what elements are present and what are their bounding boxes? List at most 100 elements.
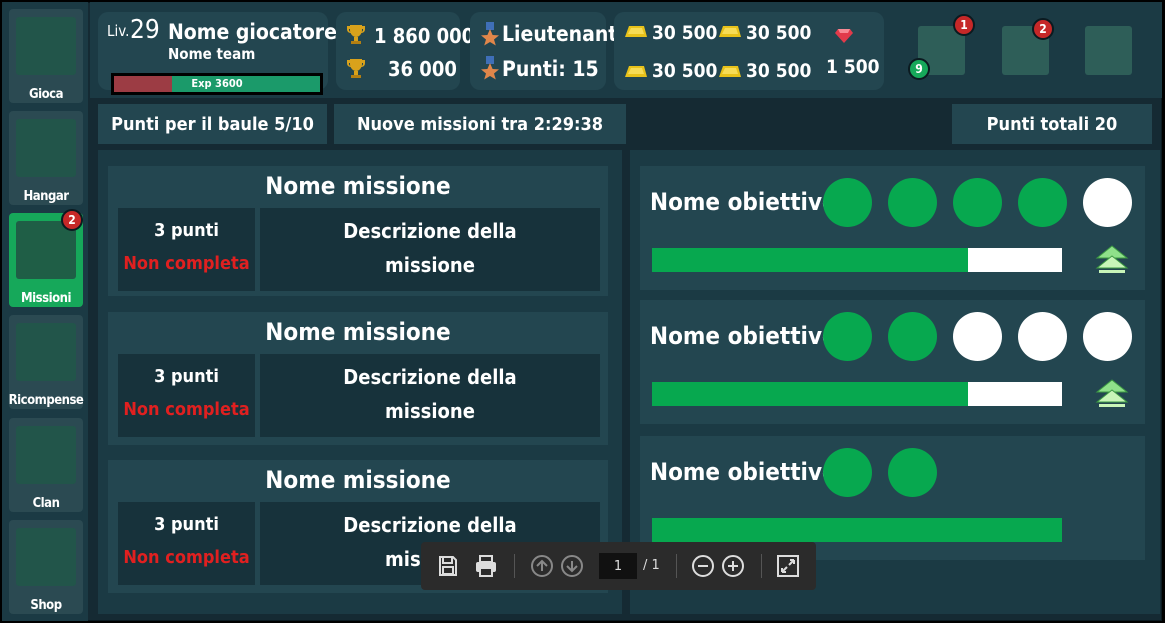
mission-points: 3 punti (154, 366, 219, 387)
print-icon[interactable] (474, 554, 498, 578)
trophy-primary-value: 1 860 000 (374, 24, 475, 48)
gold-value-4: 30 500 (746, 60, 812, 82)
exp-bar: Exp 3600 (111, 73, 323, 95)
trophy-icon (347, 25, 365, 44)
nav-gioca[interactable]: Gioca (9, 9, 83, 103)
nav-label: Missioni (21, 291, 71, 306)
trophies-panel: 1 860 000 36 000 (336, 12, 474, 90)
mission-status-box: 3 punti Non completa (118, 354, 255, 437)
mission-card[interactable]: Nome missione 3 punti Non completa Descr… (108, 312, 608, 445)
nav-label: Ricompense (8, 393, 84, 408)
gem-icon (835, 29, 853, 43)
nav-clan[interactable]: Clan (9, 418, 83, 512)
sidebar: Gioca Hangar Missioni Ricompense Clan Sh… (2, 2, 88, 621)
toolbar-separator (761, 554, 762, 578)
mission-points: 3 punti (154, 514, 219, 535)
exp-text: Exp 3600 (191, 77, 243, 90)
level-prefix: Liv. (107, 22, 130, 40)
gold-value-3: 30 500 (652, 60, 718, 82)
rank-medal-icon (481, 22, 499, 46)
nav-ricompense[interactable]: Ricompense (8, 315, 84, 409)
pdf-viewer-toolbar: 1 / 1 (421, 542, 816, 590)
trophy-small-icon (347, 59, 365, 78)
gold-value-1: 30 500 (652, 22, 718, 44)
arrow-down-icon[interactable] (560, 554, 584, 578)
objective-dot-incomplete (1083, 312, 1132, 361)
mission-status-box: 3 punti Non completa (118, 208, 255, 291)
save-icon[interactable] (436, 554, 460, 578)
gold-value-2: 30 500 (746, 22, 812, 44)
objective-dot-complete (823, 448, 872, 497)
mission-description-line2: missione (385, 253, 475, 277)
objective-progress-fill (652, 248, 968, 272)
mission-description: Descrizione della missione (260, 208, 600, 291)
currency-panel[interactable]: 30 500 30 500 30 500 30 500 1 500 (614, 12, 884, 90)
toolbar-separator (514, 554, 515, 578)
objective-progress-fill (652, 518, 1062, 542)
objective-dot-incomplete (1018, 312, 1067, 361)
rank-panel: Lieutenant Punti: 15 (470, 12, 617, 90)
arrow-up-icon[interactable] (530, 554, 554, 578)
objective-dot-incomplete (1083, 178, 1132, 227)
nav-shop[interactable]: Shop (9, 520, 83, 614)
gioca-thumbnail (16, 17, 76, 75)
objective-progress-bar (652, 382, 1062, 406)
green-notification-badge: 9 (908, 58, 930, 80)
points-medal-icon (481, 56, 499, 80)
upgrade-arrow-icon[interactable] (1095, 378, 1129, 410)
mission-description-line1: Descrizione della (343, 365, 517, 389)
objective-dot-complete (888, 448, 937, 497)
objective-dot-complete (1018, 178, 1067, 227)
gold-bar-icon (719, 66, 741, 77)
mission-status-box: 3 punti Non completa (118, 502, 255, 585)
objective-title: Nome obiettivo (650, 188, 837, 216)
objective-title: Nome obiettivo (650, 322, 837, 350)
page-number-input[interactable]: 1 (599, 553, 637, 579)
objective-dot-complete (888, 312, 937, 361)
objective-progress-bar (652, 518, 1062, 542)
zoom-out-icon[interactable] (691, 554, 715, 578)
mission-description-line2: missione (385, 399, 475, 423)
objective-progress-bar (652, 248, 1062, 272)
player-name: Nome giocatore (168, 20, 337, 44)
mission-card[interactable]: Nome missione 3 punti Non completa Descr… (108, 166, 608, 296)
top-button-1-badge: 1 (953, 14, 975, 36)
gold-bar-icon (625, 66, 647, 77)
objective-dot-complete (823, 312, 872, 361)
total-points-box: Punti totali 20 (952, 104, 1152, 144)
mission-points: 3 punti (154, 220, 219, 241)
upgrade-arrow-icon[interactable] (1095, 244, 1129, 276)
top-button-2-badge: 2 (1032, 18, 1054, 40)
ricompense-thumbnail (16, 323, 76, 381)
objective-progress-fill (652, 382, 968, 406)
nav-label: Hangar (23, 189, 69, 204)
nav-hangar[interactable]: Hangar (9, 111, 83, 205)
mission-title: Nome missione (265, 466, 451, 494)
objective-card[interactable]: Nome obiettivo (640, 166, 1145, 290)
objective-card[interactable]: Nome obiettivo (640, 300, 1145, 424)
fit-page-icon[interactable] (776, 554, 800, 578)
zoom-in-icon[interactable] (721, 554, 745, 578)
top-button-3[interactable] (1085, 26, 1132, 75)
mission-title: Nome missione (265, 172, 451, 200)
objective-dot-complete (953, 178, 1002, 227)
missioni-notification-badge: 2 (61, 209, 83, 231)
trophy-secondary-value: 36 000 (388, 57, 457, 81)
rank-title: Lieutenant (502, 22, 618, 46)
mission-title: Nome missione (265, 318, 451, 346)
player-panel[interactable]: Liv. 29 Nome giocatore Nome team Exp 360… (98, 12, 337, 95)
top-bar: Liv. 29 Nome giocatore Nome team Exp 360… (90, 2, 1162, 98)
gold-bar-icon (625, 26, 647, 37)
page-total: / 1 (643, 558, 660, 573)
mission-description-line1: Descrizione della (343, 513, 517, 537)
level-value: 29 (130, 15, 160, 45)
nav-label: Gioca (29, 87, 63, 102)
mission-description-line1: Descrizione della (343, 219, 517, 243)
nav-label: Shop (30, 598, 62, 613)
shop-thumbnail (16, 528, 76, 586)
gem-value: 1 500 (826, 56, 880, 78)
mission-description: Descrizione della missione (260, 354, 600, 437)
objective-dot-incomplete (953, 312, 1002, 361)
mission-status: Non completa (123, 399, 250, 420)
objective-dot-complete (823, 178, 872, 227)
